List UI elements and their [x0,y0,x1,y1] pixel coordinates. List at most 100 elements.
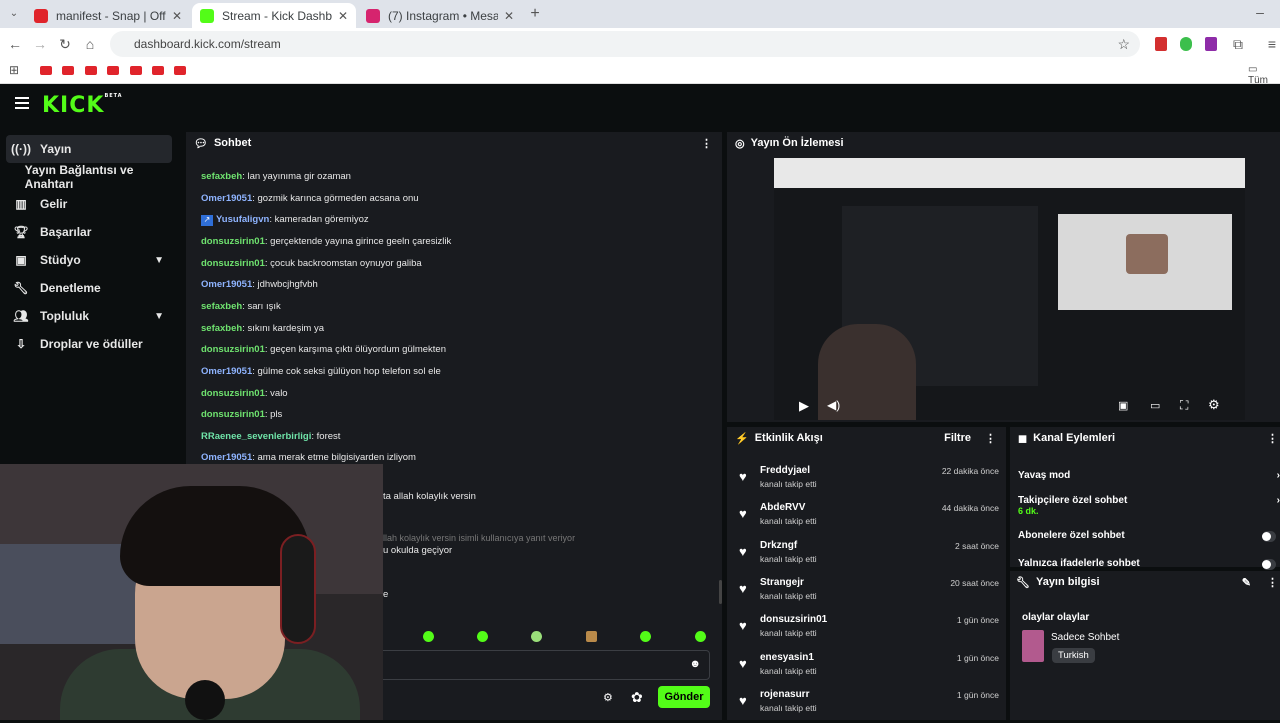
subscribers-only-label: Abonelere özel sohbet [1018,530,1125,541]
address-bar[interactable]: dashboard.kick.com/stream ☆ [110,31,1140,57]
youtube-bookmark-icon[interactable] [62,66,74,75]
chat-username[interactable]: donsuzsirin01 [201,258,265,269]
pdf-extension-icon[interactable] [1155,37,1167,51]
emote-icon[interactable] [586,631,597,642]
chat-username[interactable]: RRaenee_sevenlerbirligi [201,431,311,442]
youtube-bookmark-icon[interactable] [130,66,142,75]
more-options-icon[interactable]: ⋮ [701,137,712,150]
activity-item[interactable]: ♥ rojenasurr kanalı takip etti 1 gün önce [735,687,999,723]
followers-only-row[interactable]: Takipçilere özel sohbet › 6 dk. [1018,495,1280,516]
category-name[interactable]: Sadece Sohbet [1051,632,1119,643]
sidebar-item-gelir[interactable]: ▥ Gelir [6,190,172,218]
chat-scrollbar[interactable] [719,580,722,604]
youtube-bookmark-icon[interactable] [107,66,119,75]
emote-icon[interactable] [695,631,706,642]
all-bookmarks[interactable]: ▭ Tüm [1248,64,1280,86]
more-options-icon[interactable]: ⋮ [1267,432,1278,445]
close-icon[interactable]: ✕ [504,9,514,23]
chat-username[interactable]: donsuzsirin01 [201,388,265,399]
apps-grid-icon[interactable]: ⊞ [4,60,24,80]
emote-icon[interactable] [531,631,542,642]
fullscreen-icon[interactable]: ⛶ [1180,398,1188,413]
channel-title: Kanal Eylemleri [1033,432,1116,444]
tab-instagram[interactable]: (7) Instagram • Mesajlar ✕ [358,3,522,28]
chat-partial-message: u okulda geçiyor [383,545,453,556]
chat-username[interactable]: donsuzsirin01 [201,344,265,355]
menu-icon[interactable]: ≡ [1262,34,1280,54]
hamburger-menu-icon[interactable] [15,97,29,109]
sidebar-item-droplar[interactable]: ⇩ Droplar ve ödüller [6,330,172,358]
chat-username[interactable]: Omer19051 [201,452,252,463]
chat-username[interactable]: donsuzsirin01 [201,236,265,247]
chat-username[interactable]: donsuzsirin01 [201,409,265,420]
chat-username[interactable]: Omer19051 [201,193,252,204]
bookmark-star-icon[interactable]: ☆ [1117,36,1130,53]
theater-icon[interactable]: ▭ [1150,399,1160,412]
emoji-icon[interactable]: ☻ [689,658,701,670]
emote-icon[interactable] [640,631,651,642]
activity-feed-panel: ⚡ Etkinlik Akışı Filtre ⋮ ♥ Freddyjael kan… [727,427,1006,720]
more-options-icon[interactable]: ⋮ [1267,576,1278,589]
sidebar-item-stream-key[interactable]: Yayın Bağlantısı ve Anahtarı [6,163,182,191]
play-icon[interactable]: ▶ [799,398,809,414]
filter-button[interactable]: Filtre [944,432,971,444]
send-button[interactable]: Gönder [658,686,710,708]
activity-username: Freddyjael [760,465,811,476]
pip-icon[interactable]: ▣ [1118,399,1128,412]
chat-username[interactable]: sefaxbeh [201,323,242,334]
activity-item[interactable]: ♥ Freddyjael kanalı takip etti 22 dakika ön… [735,463,999,499]
tab-youtube[interactable]: manifest - Snap | Official Danc ✕ [26,3,190,28]
edit-pencil-icon[interactable]: ✎ [1242,576,1251,589]
kick-logo[interactable]: KICKBETA [42,93,123,118]
activity-item[interactable]: ♥ enesyasin1 kanalı takip etti 1 gün önce [735,650,999,686]
sidebar-item-studyo[interactable]: ▣ Stüdyo ▼ [6,246,172,274]
minimize-icon[interactable]: – [1250,2,1270,22]
gear-icon[interactable]: ⚙ [603,691,613,704]
youtube-bookmark-icon[interactable] [152,66,164,75]
extension-icon[interactable] [1205,37,1217,51]
chat-username[interactable]: Omer19051 [201,279,252,290]
close-icon[interactable]: ✕ [338,9,348,23]
home-icon[interactable]: ⌂ [80,34,100,54]
shield-extension-icon[interactable] [1180,37,1192,51]
tab-search-icon[interactable]: ⌄ [4,4,24,24]
volume-icon[interactable]: ◀) [827,398,840,412]
chat-username[interactable]: Omer19051 [201,366,252,377]
chat-input[interactable]: ☻ [376,650,710,680]
emote-only-row[interactable]: Yalnızca ifadelerle sohbet [1018,558,1280,570]
sidebar-item-basarilar[interactable]: 🏆︎ Başarılar [6,218,172,246]
chat-username[interactable]: sefaxbeh [201,301,242,312]
sidebar-item-yayin[interactable]: ((·)) Yayın [6,135,172,163]
activity-item[interactable]: ♥ AbdeRVV kanalı takip etti 44 dakika önce [735,500,999,536]
chat-message: donsuzsirin01: gerçektende yayına girinc… [201,236,452,247]
tab-kick-dashboard[interactable]: Stream - Kick Dashboard ✕ [192,3,356,28]
activity-item[interactable]: ♥ donsuzsirin01 kanalı takip etti 1 gün önc… [735,612,999,648]
subscribers-only-row[interactable]: Abonelere özel sohbet [1018,530,1280,542]
sidebar-item-denetleme[interactable]: 🔧︎ Denetleme [6,274,172,302]
chat-username[interactable]: sefaxbeh [201,171,242,182]
emote-icon[interactable] [477,631,488,642]
activity-item[interactable]: ♥ Drkzngf kanalı takip etti 2 saat önce [735,538,999,574]
sidebar-item-topluluk[interactable]: 👥︎ Topluluk ▼ [6,302,172,330]
youtube-bookmark-icon[interactable] [85,66,97,75]
subscribers-only-toggle[interactable] [1262,531,1276,542]
stream-preview-video[interactable]: ▶ ◀) ▣ ▭ ⛶ ⚙ [774,158,1245,420]
slow-mode-row[interactable]: Yavaş mod › [1018,470,1280,481]
settings-icon[interactable]: ⚙ [1208,397,1220,413]
gift-icon[interactable]: ✿ [631,689,643,706]
reload-icon[interactable]: ↻ [55,34,75,54]
activity-item[interactable]: ♥ Strangejr kanalı takip etti 20 saat önce [735,575,999,611]
chat-partial-message: ta allah kolaylık versin [383,491,476,502]
emote-only-toggle[interactable] [1262,559,1276,570]
new-tab-button[interactable]: + [525,4,545,24]
forward-icon[interactable]: → [30,34,50,54]
puzzle-icon[interactable]: ⧉ [1228,34,1248,54]
activity-header: ⚡ Etkinlik Akışı Filtre ⋮ [727,427,1006,449]
chat-username[interactable]: Yusufaligvn [216,214,269,225]
emote-icon[interactable] [423,631,434,642]
more-options-icon[interactable]: ⋮ [985,432,996,445]
close-icon[interactable]: ✕ [172,9,182,23]
youtube-bookmark-icon[interactable] [174,66,186,75]
back-icon[interactable]: ← [5,34,25,54]
youtube-bookmark-icon[interactable] [40,66,52,75]
